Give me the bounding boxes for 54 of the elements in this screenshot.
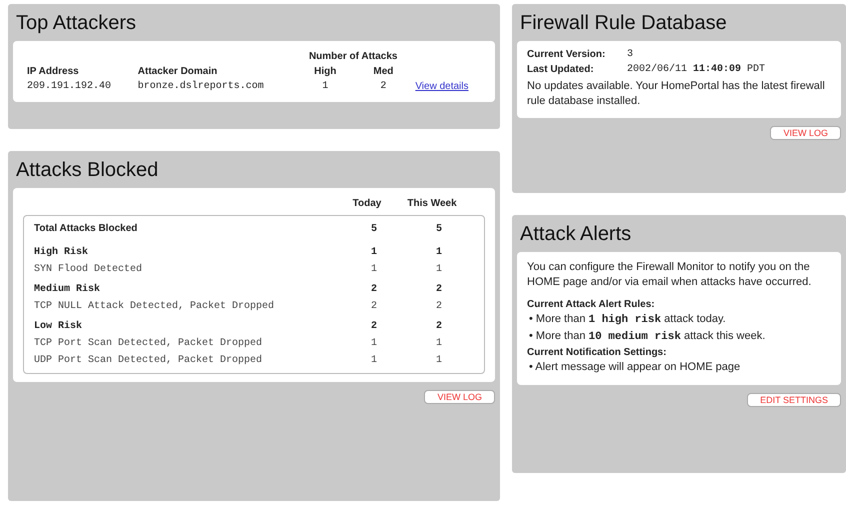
view-log-button[interactable]: VIEW LOG [424, 390, 495, 404]
count-cell-text: 1 [434, 355, 443, 366]
count-cell-text: 2 [434, 301, 443, 312]
risk-group-label: Low Risk [34, 321, 84, 332]
status-message: No updates available. Your HomePortal has the latest firewall rule database installed. [527, 79, 826, 110]
panel-title: Attacks Blocked [16, 159, 160, 182]
panel-title: Attack Alerts [520, 223, 632, 246]
count-cell-text: 1 [434, 338, 443, 349]
attack-label: TCP NULL Attack Detected, Packet Dropped [34, 301, 276, 312]
count-cell-text: 2 [370, 301, 378, 312]
count-cell-text: 2 [434, 321, 443, 332]
attack-label: UDP Port Scan Detected, Packet Dropped [34, 355, 264, 366]
table-cell: 1 [322, 81, 328, 92]
column-header: Attacker Domain [138, 66, 218, 77]
column-header: This Week [406, 198, 458, 209]
count-cell-text: 1 [370, 355, 378, 366]
column-header: Med [373, 66, 394, 77]
count-cell-text: 1 [370, 264, 378, 275]
count-cell-text: 2 [370, 321, 378, 332]
table-cell: 209.191.192.40 [27, 81, 112, 92]
field-value: 3 [627, 49, 634, 60]
view-log-button[interactable]: VIEW LOG [770, 126, 841, 140]
count-cell-text: 1 [434, 247, 443, 258]
alert-item: • Alert message will appear on HOME page [529, 360, 742, 373]
alert-item: • More than 1 high risk attack today. [529, 312, 727, 326]
count-cell-text: 5 [435, 223, 443, 234]
risk-group-label: Medium Risk [34, 284, 102, 295]
alert-item: • More than 10 medium risk attack this week. [529, 330, 766, 343]
count-cell-text: 5 [370, 223, 378, 234]
edit-settings-button[interactable]: EDIT SETTINGS [747, 392, 841, 407]
attack-label: TCP Port Scan Detected, Packet Dropped [34, 338, 264, 349]
attack-label: SYN Flood Detected [34, 264, 144, 275]
panel-title: Top Attackers [16, 12, 138, 35]
count-cell-text: 1 [370, 247, 378, 258]
column-group-header: Number of Attacks [308, 51, 398, 62]
panel-title: Firewall Rule Database [520, 12, 728, 35]
column-header: High [314, 66, 336, 77]
column-header: Today [352, 198, 382, 209]
risk-group-label: High Risk [34, 247, 90, 258]
column-header: IP Address [27, 66, 79, 77]
section-heading: Current Attack Alert Rules: [527, 298, 656, 310]
field-label: Current Version: [527, 49, 606, 60]
section-heading: Current Notification Settings: [527, 346, 668, 358]
count-cell-text: 1 [370, 338, 378, 349]
count-cell-text: 2 [434, 284, 443, 295]
view-details-link[interactable]: View details [415, 81, 468, 92]
field-value: 2002/06/11 11:40:09 PDT [627, 64, 766, 75]
total-label: Total Attacks Blocked [34, 223, 138, 234]
count-cell-text: 2 [370, 284, 378, 295]
count-cell-text: 1 [434, 264, 443, 275]
table-cell: 2 [380, 81, 386, 92]
field-label: Last Updated: [527, 64, 595, 75]
table-cell: bronze.dslreports.com [138, 81, 264, 92]
intro-text: You can configure the Firewall Monitor to notify you on the HOME page and/or via email when attacks have occurred. [527, 260, 812, 290]
